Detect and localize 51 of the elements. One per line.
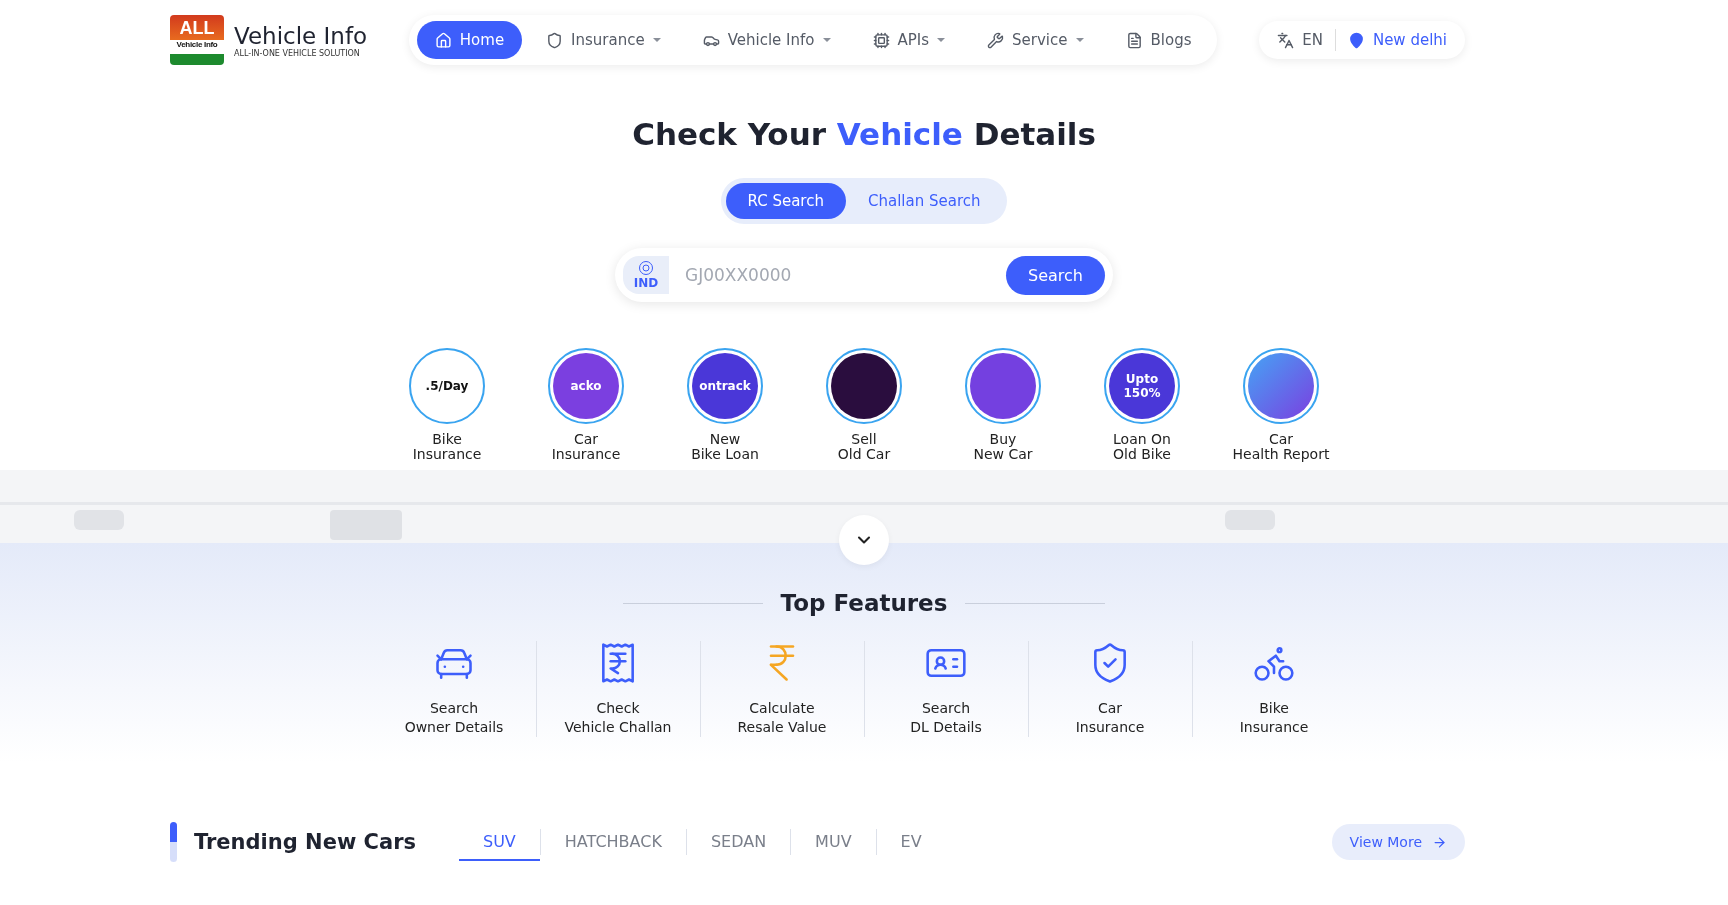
language-icon (1277, 31, 1295, 49)
service-link[interactable]: Sell Old Car (809, 348, 919, 462)
category-tab[interactable]: MUV (791, 823, 876, 861)
language-selector[interactable]: EN (1277, 31, 1323, 49)
feature-link[interactable]: Bike Insurance (1191, 641, 1356, 737)
service-link[interactable]: Car Health Report (1226, 348, 1336, 462)
nav-icon (434, 31, 452, 49)
search-type-tab[interactable]: Challan Search (845, 183, 1003, 219)
nav-item[interactable]: Vehicle Info (684, 21, 849, 59)
promo-text: acko (570, 378, 602, 394)
nav-icon (546, 31, 564, 49)
feature-link[interactable]: Search Owner Details (372, 641, 536, 737)
country-code-text: IND (633, 276, 659, 290)
logo-badge-subtext: Vehicle Info (176, 40, 218, 49)
arrow-right-icon (1432, 834, 1447, 850)
nav-icon (987, 31, 1005, 49)
logo-name: Vehicle Info (234, 22, 368, 49)
logo-badge-text: ALL (179, 18, 215, 38)
section-title: Top Features (780, 590, 948, 616)
nav-item[interactable]: Insurance (528, 21, 679, 59)
promo-text: Upto 150% (1122, 371, 1162, 401)
feature-link[interactable]: Search DL Details (863, 641, 1028, 737)
category-tab[interactable]: EV (876, 823, 946, 861)
feature-link[interactable]: Check Vehicle Challan (535, 641, 700, 737)
nav-icon (1125, 31, 1143, 49)
feature-link[interactable]: Calculate Resale Value (699, 641, 864, 737)
service-link[interactable]: Buy New Car (948, 348, 1058, 462)
promo-text: ontrack (699, 378, 751, 394)
nav-item[interactable]: Home (416, 21, 523, 59)
nav-item[interactable]: Service (969, 21, 1102, 59)
registration-search-field[interactable]: IND GJ00XX0000 Search (615, 248, 1113, 302)
service-link[interactable]: acko Car Insurance (531, 348, 641, 462)
logo-tagline: ALL-IN-ONE VEHICLE SOLUTION (234, 48, 361, 58)
section-accent-bar (170, 822, 177, 862)
search-button[interactable]: Search (1006, 255, 1105, 295)
service-link[interactable]: .5/Day Bike Insurance (392, 348, 502, 462)
service-link[interactable]: Upto 150% Loan On Old Bike (1087, 348, 1197, 462)
location-pin-icon (1347, 31, 1365, 49)
feature-link[interactable]: Car Insurance (1027, 641, 1192, 737)
search-type-tab[interactable]: RC Search (725, 183, 846, 219)
service-link[interactable]: ontrack New Bike Loan (670, 348, 780, 462)
nav-item[interactable]: Blogs (1107, 21, 1210, 59)
category-tab[interactable]: SEDAN (686, 823, 791, 861)
view-more-button[interactable]: View More (1331, 824, 1465, 860)
location-selector[interactable]: New delhi (1347, 31, 1447, 49)
category-tab[interactable]: HATCHBACK (540, 823, 686, 861)
nav-icon (872, 31, 890, 49)
hero-title: Check Your Vehicle Details (632, 116, 1096, 152)
nav-item[interactable]: APIs (854, 21, 964, 59)
promo-text: .5/Day (425, 378, 469, 394)
section-title: Trending New Cars (194, 830, 418, 854)
